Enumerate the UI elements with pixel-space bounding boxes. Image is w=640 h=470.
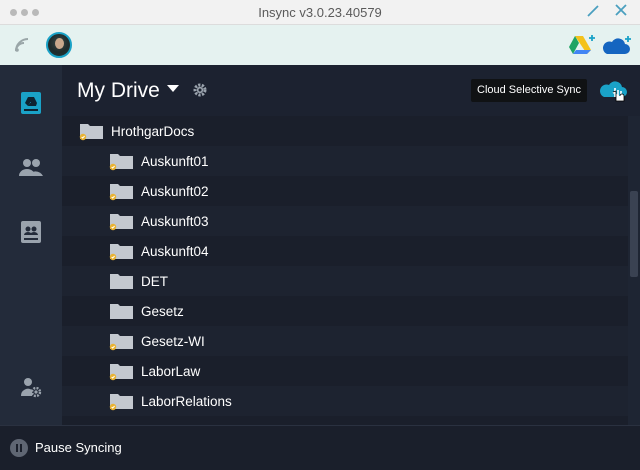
minimize-button[interactable] xyxy=(584,3,602,21)
onedrive-add-icon[interactable] xyxy=(602,35,632,62)
team-drive-icon xyxy=(21,221,41,243)
folder-synced-icon xyxy=(108,181,136,201)
google-drive-add-icon[interactable] xyxy=(568,34,596,61)
folder-synced-icon xyxy=(108,391,136,411)
pause-icon[interactable] xyxy=(10,439,28,457)
list-item[interactable]: LaborRelations xyxy=(62,386,628,416)
list-item[interactable]: HrothgarDocs xyxy=(62,116,628,146)
folder-name: Auskunft01 xyxy=(141,153,209,169)
folder-synced-icon xyxy=(108,211,136,231)
folder-name: Auskunft02 xyxy=(141,183,209,199)
drive-header: My Drive Cloud Selective Sync xyxy=(62,65,640,116)
sidebar-item-shared[interactable] xyxy=(0,148,62,188)
tooltip: Cloud Selective Sync xyxy=(471,79,587,102)
gear-icon[interactable] xyxy=(192,82,208,103)
people-icon xyxy=(19,159,43,176)
sidebar xyxy=(0,65,62,425)
scrollbar-thumb[interactable] xyxy=(630,191,638,277)
cloud-selective-sync-button[interactable] xyxy=(599,79,631,108)
folder-name: LaborLaw xyxy=(141,363,201,379)
folder-synced-icon xyxy=(108,241,136,261)
folder-name: Auskunft03 xyxy=(141,213,209,229)
minimize-icon xyxy=(587,5,599,17)
folder-name: HrothgarDocs xyxy=(111,123,195,139)
close-button[interactable] xyxy=(612,3,630,21)
folder-synced-icon xyxy=(108,151,136,171)
folder-synced-icon xyxy=(108,361,136,381)
close-icon xyxy=(615,4,627,16)
list-item[interactable]: DET xyxy=(62,266,628,296)
folder-icon xyxy=(108,301,136,321)
sidebar-item-team-drives[interactable] xyxy=(0,212,62,252)
list-item[interactable]: Auskunft04 xyxy=(62,236,628,266)
folder-name: Gesetz-WI xyxy=(141,333,205,349)
list-item[interactable]: Auskunft02 xyxy=(62,176,628,206)
folder-name: LaborRelations xyxy=(141,393,232,409)
page-title[interactable]: My Drive xyxy=(77,79,160,103)
file-list: HrothgarDocs Auskunft01 Auskunft02 Ausku… xyxy=(62,116,628,425)
avatar[interactable] xyxy=(46,32,72,58)
list-item[interactable]: Gesetz xyxy=(62,296,628,326)
folder-icon xyxy=(108,271,136,291)
list-item[interactable]: Auskunft03 xyxy=(62,206,628,236)
folder-name: DET xyxy=(141,273,168,289)
main-panel: My Drive Cloud Selective Sync HrothgarDo… xyxy=(62,65,640,425)
folder-name: Auskunft04 xyxy=(141,243,209,259)
user-gear-icon xyxy=(20,378,42,398)
sidebar-item-account-settings[interactable] xyxy=(0,368,62,408)
pause-syncing-button[interactable]: Pause Syncing xyxy=(35,440,122,455)
folder-synced-icon xyxy=(78,121,106,141)
cloud-sync-icon xyxy=(600,81,627,102)
window-title: Insync v3.0.23.40579 xyxy=(258,5,382,20)
list-item[interactable]: Auskunft01 xyxy=(62,146,628,176)
sidebar-item-my-drive[interactable] xyxy=(0,83,62,123)
title-bar: Insync v3.0.23.40579 xyxy=(0,0,640,25)
list-item[interactable]: Gesetz-WI xyxy=(62,326,628,356)
list-item[interactable]: LaborLaw xyxy=(62,356,628,386)
wifi-icon xyxy=(14,37,30,58)
scrollbar[interactable] xyxy=(628,116,640,425)
folder-synced-icon xyxy=(108,331,136,351)
top-toolbar xyxy=(0,25,640,65)
footer-bar: Pause Syncing xyxy=(0,425,640,470)
drive-icon xyxy=(21,92,41,114)
chevron-down-icon[interactable] xyxy=(167,85,179,92)
folder-name: Gesetz xyxy=(141,303,184,319)
